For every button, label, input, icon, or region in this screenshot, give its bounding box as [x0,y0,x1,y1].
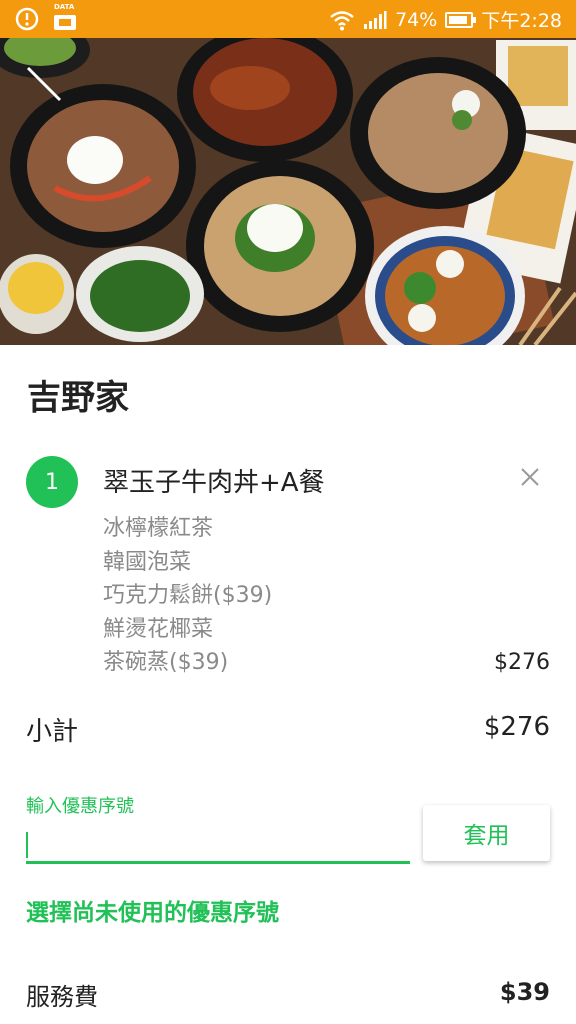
food-photo [0,38,576,345]
apply-coupon-button[interactable]: 套用 [423,805,550,861]
status-right: 74% 下午2:28 [329,6,562,33]
status-bar: DATA 74% 下午2:28 [0,0,576,38]
status-left: DATA [14,3,80,32]
option-item: 鮮燙花椰菜 [103,616,214,642]
restaurant-hero-image [0,38,576,345]
option-item: 巧克力鬆餅($39) [103,583,273,608]
option-item: 韓國泡菜 [103,549,192,575]
coupon-input-label: 輸入優惠序號 [26,796,134,817]
back-arrow-icon[interactable] [20,60,66,106]
text-cursor [26,832,28,858]
wifi-icon [330,10,354,30]
service-fee-label: 服務費 [26,983,98,1011]
quantity-badge: 1 [26,456,78,508]
subtotal-value: $276 [483,712,550,742]
coupon-code-input[interactable] [26,826,410,864]
clock: 下午2:28 [481,10,562,32]
alarm-icon [15,7,39,31]
subtotal-label: 小計 [26,717,79,747]
signal-icon [364,10,387,29]
item-name: 翠玉子牛肉丼+A餐 [103,468,325,498]
restaurant-name: 吉野家 [27,378,129,418]
option-item: 冰檸檬紅茶 [103,516,214,541]
service-fee-value: $39 [499,978,550,1006]
item-options: 冰檸檬紅茶 韓國泡菜 巧克力鬆餅($39) 鮮燙花椰菜 茶碗蒸($39) [103,512,272,680]
close-icon[interactable] [518,465,542,489]
select-unused-coupon-link[interactable]: 選擇尚未使用的優惠序號 [26,893,279,927]
data-indicator: DATA [52,3,80,32]
item-price: $276 [494,650,550,675]
data-label: DATA [54,3,75,11]
option-item: 茶碗蒸($39) [103,650,229,675]
battery-icon [445,11,477,28]
battery-percent: 74% [395,8,438,31]
